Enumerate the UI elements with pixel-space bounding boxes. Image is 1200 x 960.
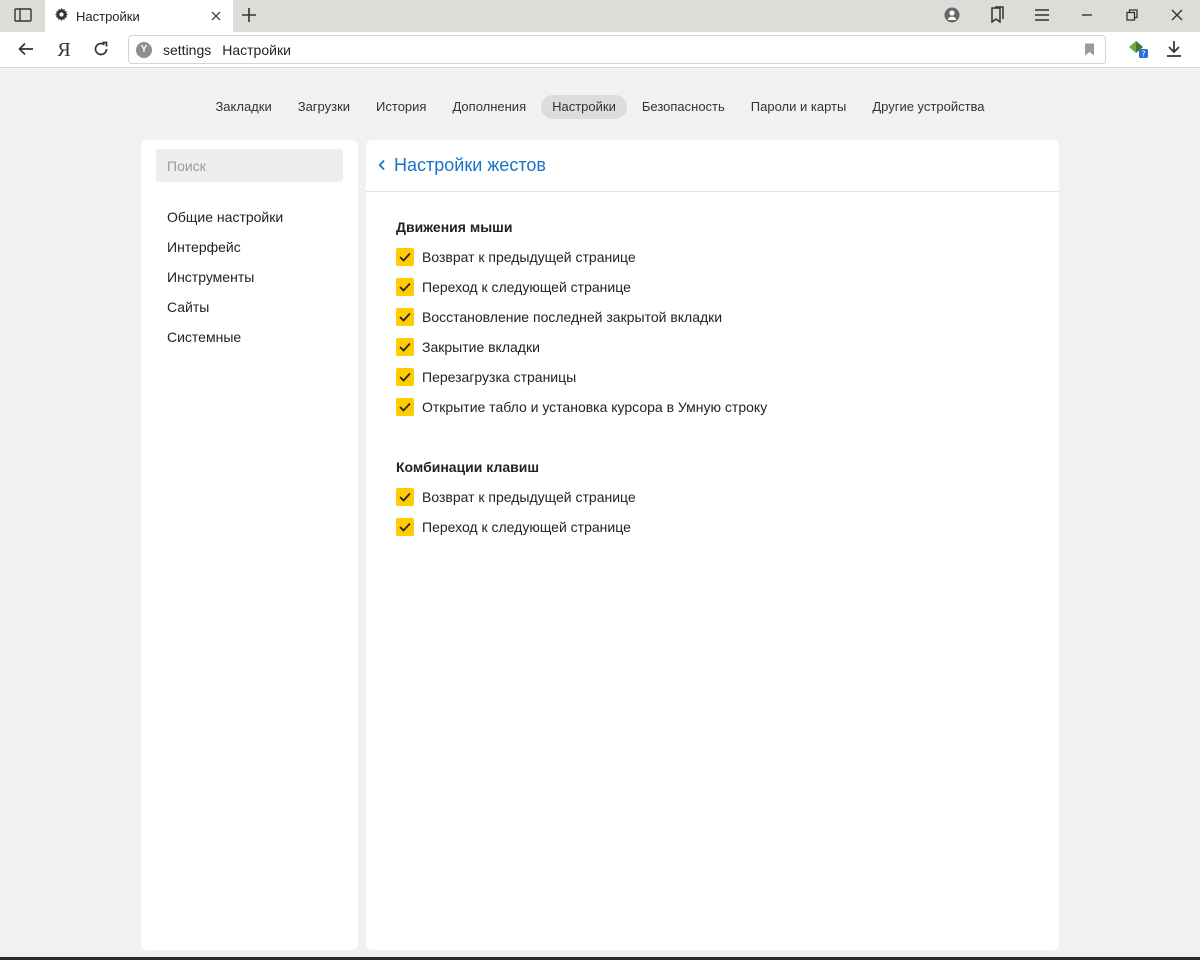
sidebar-list: Общие настройки Интерфейс Инструменты Са… [167, 202, 283, 352]
nav-downloads[interactable]: Загрузки [287, 95, 361, 119]
checkbox-checked[interactable] [396, 248, 414, 266]
settings-nav: Закладки Загрузки История Дополнения Нас… [0, 95, 1200, 119]
minimize-button[interactable] [1067, 0, 1107, 32]
checkbox-checked[interactable] [396, 368, 414, 386]
option-label: Переход к следующей странице [422, 519, 631, 535]
settings-sidebar: Общие настройки Интерфейс Инструменты Са… [141, 140, 358, 950]
download-icon [1166, 40, 1182, 60]
restore-icon [1126, 8, 1138, 24]
chevron-left-icon [378, 158, 386, 174]
option-row[interactable]: Открытие табло и установка курсора в Умн… [396, 392, 767, 422]
option-label: Переход к следующей странице [422, 279, 631, 295]
yandex-browser-badge-icon: Y [136, 41, 152, 58]
address-bar[interactable]: Y settings Настройки [128, 35, 1106, 64]
sidebar-item-tools[interactable]: Инструменты [167, 262, 283, 292]
panel-header: Настройки жестов [366, 140, 1059, 192]
reload-button[interactable] [87, 36, 115, 64]
sidebar-item-general[interactable]: Общие настройки [167, 202, 283, 232]
sidebar-panel-icon [13, 7, 32, 25]
back-to-settings-link[interactable]: Настройки жестов [378, 155, 546, 176]
nav-extensions[interactable]: Дополнения [441, 95, 537, 119]
checkbox-checked[interactable] [396, 278, 414, 296]
url-page-title: Настройки [222, 41, 291, 58]
checkbox-checked[interactable] [396, 518, 414, 536]
option-row[interactable]: Переход к следующей странице [396, 512, 636, 542]
url-host: settings [163, 41, 212, 58]
option-row[interactable]: Возврат к предыдущей странице [396, 482, 636, 512]
nav-history[interactable]: История [365, 95, 437, 119]
bookmark-collections-icon [989, 6, 1005, 26]
option-row[interactable]: Перезагрузка страницы [396, 362, 767, 392]
restore-button[interactable] [1112, 0, 1152, 32]
new-tab-button[interactable] [237, 4, 261, 28]
nav-security[interactable]: Безопасность [631, 95, 736, 119]
close-icon[interactable] [209, 9, 223, 23]
option-row[interactable]: Возврат к предыдущей странице [396, 242, 767, 272]
downloads-button[interactable] [1160, 36, 1188, 64]
keyboard-shortcuts-section: Комбинации клавиш Возврат к предыдущей с… [396, 452, 636, 542]
section-heading: Движения мыши [396, 219, 513, 235]
tab-strip: Настройки [0, 0, 1200, 32]
search-input[interactable] [156, 149, 343, 182]
user-icon [944, 7, 960, 26]
checkbox-checked[interactable] [396, 488, 414, 506]
yandex-home-button[interactable]: Я [50, 36, 78, 64]
section-heading: Комбинации клавиш [396, 459, 540, 475]
svg-text:?: ? [1141, 49, 1145, 58]
option-row[interactable]: Восстановление последней закрытой вкладк… [396, 302, 767, 332]
nav-bookmarks[interactable]: Закладки [204, 95, 282, 119]
page-title: Настройки жестов [394, 155, 546, 175]
checkbox-checked[interactable] [396, 338, 414, 356]
bookmark-icon[interactable] [1084, 43, 1095, 59]
nav-other-devices[interactable]: Другие устройства [861, 95, 995, 119]
checkbox-checked[interactable] [396, 308, 414, 326]
mouse-gestures-section: Движения мыши Возврат к предыдущей стран… [396, 212, 767, 422]
option-label: Открытие табло и установка курсора в Умн… [422, 399, 768, 415]
collections-button[interactable] [977, 0, 1017, 32]
tab-title: Настройки [76, 8, 140, 24]
back-button[interactable] [12, 36, 40, 64]
sidebar-item-system[interactable]: Системные [167, 322, 283, 352]
option-row[interactable]: Закрытие вкладки [396, 332, 767, 362]
checkbox-checked[interactable] [396, 398, 414, 416]
gear-icon [55, 8, 68, 24]
nav-settings[interactable]: Настройки [541, 95, 627, 119]
extension-icon: ? [1127, 39, 1149, 62]
profile-button[interactable] [932, 0, 972, 32]
minimize-icon [1081, 8, 1093, 24]
menu-button[interactable] [1022, 0, 1062, 32]
option-label: Возврат к предыдущей странице [422, 249, 636, 265]
reload-icon [93, 41, 109, 60]
tabs-panel-button[interactable] [0, 0, 45, 32]
hamburger-icon [1034, 8, 1050, 24]
settings-main-panel: Настройки жестов Движения мыши Возврат к… [366, 140, 1059, 950]
tab-settings[interactable]: Настройки [45, 0, 233, 32]
sidebar-item-sites[interactable]: Сайты [167, 292, 283, 322]
close-icon [1171, 8, 1183, 24]
yandex-logo-icon: Я [57, 38, 71, 61]
option-label: Перезагрузка страницы [422, 369, 577, 385]
option-label: Возврат к предыдущей странице [422, 489, 636, 505]
option-row[interactable]: Переход к следующей странице [396, 272, 767, 302]
window-close-button[interactable] [1157, 0, 1197, 32]
arrow-left-icon [18, 42, 34, 59]
nav-passwords-cards[interactable]: Пароли и карты [740, 95, 858, 119]
browser-toolbar: Я Y settings Настройки ? [0, 32, 1200, 68]
option-label: Восстановление последней закрытой вкладк… [422, 309, 723, 325]
sidebar-item-interface[interactable]: Интерфейс [167, 232, 283, 262]
option-label: Закрытие вкладки [422, 339, 540, 355]
extension-button[interactable]: ? [1124, 36, 1152, 64]
plus-icon [242, 7, 256, 25]
